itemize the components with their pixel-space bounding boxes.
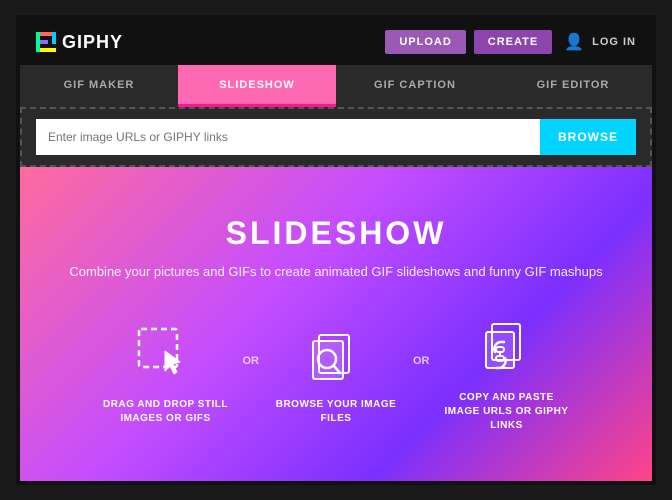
features-row: DRAG AND DROP STILL IMAGES OR GIFS OR: [101, 319, 572, 433]
drag-drop-icon: [136, 326, 196, 386]
tab-gif-caption[interactable]: GIF CAPTION: [336, 65, 494, 107]
tab-gif-maker[interactable]: GIF MAKER: [20, 65, 178, 107]
or-divider-1: OR: [243, 355, 260, 397]
url-area: BROWSE: [20, 107, 652, 167]
app-frame: GIPHY UPLOAD CREATE 👤 LOG IN GIF MAKER S…: [16, 15, 656, 485]
tabs-bar: GIF MAKER SLIDESHOW GIF CAPTION GIF EDIT…: [20, 65, 652, 107]
feature-copy-paste: COPY AND PASTE IMAGE URLS OR GIPHY LINKS: [442, 319, 572, 433]
user-icon: 👤: [564, 32, 584, 52]
logo: GIPHY: [36, 32, 123, 53]
main-content: SLIDESHOW Combine your pictures and GIFs…: [20, 167, 652, 481]
copy-paste-icon: [477, 319, 537, 379]
browse-files-icon: [306, 326, 366, 386]
browse-label: BROWSE YOUR IMAGE FILES: [271, 398, 401, 426]
browse-button[interactable]: BROWSE: [540, 119, 636, 155]
upload-button[interactable]: UPLOAD: [385, 30, 465, 54]
logo-text: GIPHY: [62, 32, 123, 53]
or-divider-2: OR: [413, 355, 430, 397]
page-subtitle: Combine your pictures and GIFs to create…: [69, 262, 602, 283]
login-button[interactable]: LOG IN: [592, 36, 636, 48]
url-input[interactable]: [36, 119, 540, 155]
page-title: SLIDESHOW: [226, 215, 447, 252]
tab-slideshow[interactable]: SLIDESHOW: [178, 65, 336, 107]
header: GIPHY UPLOAD CREATE 👤 LOG IN: [20, 19, 652, 65]
create-button[interactable]: CREATE: [474, 30, 552, 54]
drag-drop-label: DRAG AND DROP STILL IMAGES OR GIFS: [101, 398, 231, 426]
copy-paste-label: COPY AND PASTE IMAGE URLS OR GIPHY LINKS: [442, 391, 572, 433]
tab-gif-editor[interactable]: GIF EDITOR: [494, 65, 652, 107]
url-bar: BROWSE: [36, 119, 636, 155]
feature-browse: BROWSE YOUR IMAGE FILES: [271, 326, 401, 426]
feature-drag-drop: DRAG AND DROP STILL IMAGES OR GIFS: [101, 326, 231, 426]
giphy-logo-icon: [36, 32, 56, 52]
header-actions: UPLOAD CREATE 👤 LOG IN: [385, 30, 636, 54]
